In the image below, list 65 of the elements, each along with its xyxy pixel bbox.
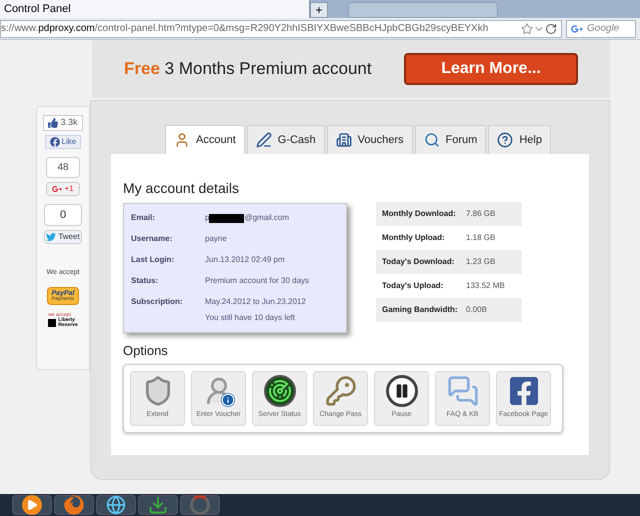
nav-tab[interactable]: G-Cash (246, 125, 325, 154)
nav-tab[interactable]: Account (165, 125, 245, 154)
tweet-count: 0 (44, 204, 82, 226)
detail-label: Username: (131, 233, 174, 245)
search-icon (424, 132, 440, 148)
usage-value: 1.18 GB (466, 232, 496, 244)
keys-icon (324, 375, 356, 407)
usage-label: Today's Upload: (382, 280, 444, 292)
detail-value: May.24.2012 to Jun.23.2012 (205, 296, 306, 308)
redaction-bar (209, 214, 244, 222)
usage-label: Monthly Download: (382, 208, 457, 220)
plus-count: 48 (46, 156, 80, 178)
media-player-icon[interactable] (22, 495, 42, 515)
detail-value: p (205, 212, 210, 224)
usage-label: Today's Download: (382, 256, 456, 268)
radar-icon (264, 375, 296, 407)
usage-value: 133.52 MB (466, 280, 505, 292)
usage-label: Monthly Upload: (382, 232, 446, 244)
detail-value: You still have 10 days left (205, 312, 296, 324)
usage-value: 0.00B (466, 304, 487, 316)
pause-icon (386, 375, 418, 407)
detail-value: @gmail.com (244, 212, 290, 224)
help-icon (497, 132, 514, 148)
google-icon (571, 22, 583, 34)
detail-label: Last Login: (131, 254, 176, 266)
thumbs-up-icon (48, 118, 58, 128)
section-heading: Options (123, 342, 169, 360)
pen-icon (256, 132, 272, 148)
browser-tab[interactable]: Control Panel (0, 0, 310, 18)
detail-value: payne (205, 233, 227, 245)
learn-more-button[interactable]: Learn More... (404, 53, 578, 85)
speech-bubbles-icon (446, 375, 478, 407)
plus-one-button[interactable]: +1 (46, 182, 80, 196)
bookmark-star-icon[interactable] (521, 22, 533, 34)
like-count: 3.3k (43, 115, 82, 130)
firefox-icon[interactable] (64, 495, 84, 515)
detail-label: Status: (131, 275, 160, 287)
building-icon (336, 132, 352, 148)
bird-icon (46, 232, 56, 242)
tweet-button[interactable]: Tweet (44, 230, 82, 244)
person-icon (174, 132, 190, 148)
promo-text: Free 3 Months Premium account (124, 58, 372, 80)
reload-icon[interactable] (545, 22, 557, 34)
nav-tab[interactable]: Vouchers (326, 125, 413, 154)
nav-tab[interactable]: Forum (414, 125, 486, 154)
new-tab-button[interactable]: + (310, 2, 328, 18)
usage-value: 7.86 GB (466, 208, 496, 220)
facebook-icon (50, 136, 60, 146)
detail-label: Email: (131, 212, 156, 224)
usage-label: Gaming Bandwidth: (382, 304, 459, 316)
nav-tab[interactable]: Help (488, 125, 551, 154)
facebook-icon (508, 375, 540, 407)
detail-value: Premium account for 30 days (205, 275, 310, 287)
ring-icon[interactable] (190, 495, 210, 515)
search-input[interactable]: Google (587, 21, 631, 36)
address-bar[interactable]: s://www.pdproxy.com/control-panel.htm?mtype=0&msg=R290Y2hhISBIYXBweSBBcHJpbCBGb29scyBEYXkh (0, 20, 562, 38)
detail-value: Jun.13.2012 02:49 pm (205, 254, 285, 266)
usage-value: 1.23 GB (466, 256, 496, 268)
globe-icon[interactable] (106, 495, 126, 515)
section-heading: My account details (123, 179, 240, 198)
search-field[interactable]: Google (566, 20, 636, 38)
like-button[interactable]: Like (44, 134, 82, 148)
detail-label: Subscription: (131, 296, 184, 308)
google-plus-icon (52, 184, 62, 194)
download-icon[interactable] (148, 495, 168, 515)
